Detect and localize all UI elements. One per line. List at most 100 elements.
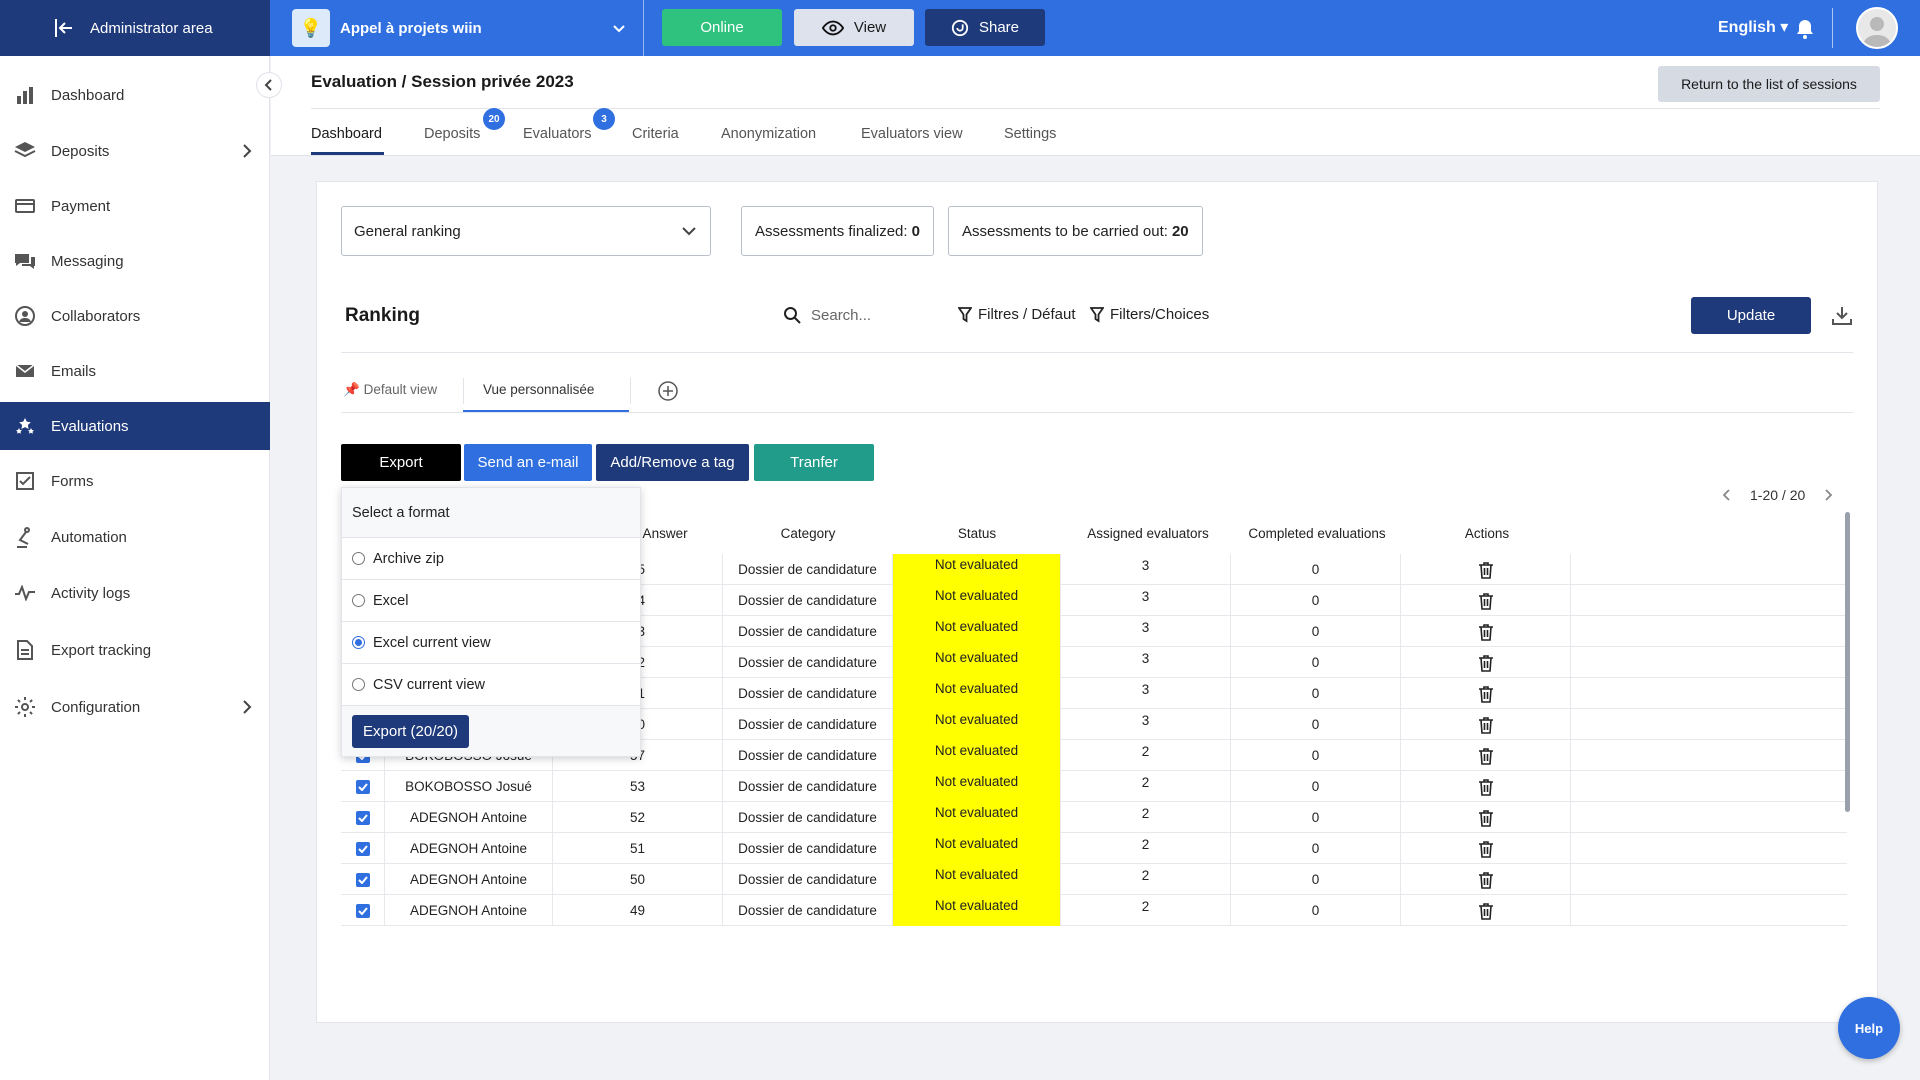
send-email-button[interactable]: Send an e-mail xyxy=(464,444,592,481)
layers-icon xyxy=(13,139,37,163)
chevron-left-icon[interactable] xyxy=(1722,488,1732,502)
language-selector[interactable]: English ▾ xyxy=(1718,17,1788,37)
search-input[interactable]: Search... xyxy=(811,307,871,324)
update-button[interactable]: Update xyxy=(1691,297,1811,334)
sidebar-item-activity-logs[interactable]: Activity logs xyxy=(0,569,270,617)
add-circle-icon[interactable] xyxy=(657,380,679,402)
table-row[interactable]: ADEGNOH Antoine 52 Dossier de candidature N… xyxy=(341,802,1847,833)
cell-assigned: 2 xyxy=(1061,895,1231,926)
add-remove-tag-button[interactable]: Add/Remove a tag xyxy=(596,444,749,481)
format-option-label: Excel xyxy=(373,592,409,609)
tab-dashboard[interactable]: Dashboard xyxy=(311,126,382,142)
trash-icon[interactable] xyxy=(1476,715,1496,735)
column-header-category[interactable]: Category xyxy=(723,512,893,554)
document-icon xyxy=(13,638,37,662)
cell-answer: 49 xyxy=(553,895,723,926)
view-tab-default-label: Default view xyxy=(363,382,438,397)
view-tab-default[interactable]: 📌 Default view xyxy=(343,382,437,398)
administrator-area-link[interactable]: Administrator area xyxy=(0,0,270,56)
filter-choices-button[interactable]: Filters/Choices xyxy=(1090,306,1209,323)
sidebar-item-payment[interactable]: Payment xyxy=(0,182,270,230)
checkbox-checked-icon[interactable] xyxy=(355,841,370,856)
trash-icon[interactable] xyxy=(1476,808,1496,828)
radio-icon xyxy=(352,552,365,565)
sidebar-item-forms[interactable]: Forms xyxy=(0,457,270,505)
tab-evaluators[interactable]: Evaluators xyxy=(523,126,592,142)
cell-status: Not evaluated xyxy=(893,833,1061,864)
cell-name: ADEGNOH Antoine xyxy=(385,833,553,864)
row-actions-cell xyxy=(1401,740,1571,771)
format-option-archive-zip[interactable]: Archive zip xyxy=(342,538,640,580)
trash-icon[interactable] xyxy=(1476,653,1496,673)
transfer-button[interactable]: Tranfer xyxy=(754,444,874,481)
sidebar-item-evaluations[interactable]: Evaluations xyxy=(0,402,270,450)
download-icon[interactable] xyxy=(1831,304,1853,326)
checkbox-checked-icon[interactable] xyxy=(355,779,370,794)
pagination-range: 1-20 / 20 xyxy=(1750,487,1806,503)
online-button[interactable]: Online xyxy=(662,9,782,46)
tab-criteria[interactable]: Criteria xyxy=(632,126,679,142)
collapse-sidebar-button[interactable] xyxy=(256,72,282,98)
sidebar-item-configuration[interactable]: Configuration xyxy=(0,683,270,731)
table-row[interactable]: BOKOBOSSO Josué 53 Dossier de candidature N… xyxy=(341,771,1847,802)
bell-icon[interactable] xyxy=(1795,18,1815,40)
column-header-status[interactable]: Status xyxy=(893,512,1061,554)
cell-category: Dossier de candidature xyxy=(723,740,893,771)
table-row[interactable]: ADEGNOH Antoine 50 Dossier de candidature N… xyxy=(341,864,1847,895)
row-actions-cell xyxy=(1401,864,1571,895)
trash-icon[interactable] xyxy=(1476,839,1496,859)
tab-evaluators-view[interactable]: Evaluators view xyxy=(861,126,963,142)
trash-icon[interactable] xyxy=(1476,622,1496,642)
checkbox-checked-icon[interactable] xyxy=(355,903,370,918)
sidebar-item-collaborators[interactable]: Collaborators xyxy=(0,292,270,340)
project-title: Appel à projets wiin xyxy=(340,19,482,37)
row-checkbox-cell xyxy=(341,771,385,802)
sidebar-item-deposits[interactable]: Deposits xyxy=(0,127,270,175)
checkbox-checked-icon[interactable] xyxy=(355,810,370,825)
view-tab-custom[interactable]: Vue personnalisée xyxy=(483,382,594,397)
tab-anonymization[interactable]: Anonymization xyxy=(721,126,816,142)
filter-default-button[interactable]: Filtres / Défaut xyxy=(958,306,1076,323)
format-option-excel[interactable]: Excel xyxy=(342,580,640,622)
trash-icon[interactable] xyxy=(1476,684,1496,704)
chevron-right-icon[interactable] xyxy=(1823,488,1833,502)
sidebar-item-export-tracking[interactable]: Export tracking xyxy=(0,626,270,674)
checkbox-checked-icon[interactable] xyxy=(355,872,370,887)
views-divider xyxy=(341,412,1853,413)
pagination: 1-20 / 20 xyxy=(1722,487,1833,503)
trash-icon[interactable] xyxy=(1476,591,1496,611)
table-row[interactable]: ADEGNOH Antoine 49 Dossier de candidature N… xyxy=(341,895,1847,926)
sidebar-item-label: Messaging xyxy=(51,252,124,270)
return-to-sessions-button[interactable]: Return to the list of sessions xyxy=(1658,66,1880,102)
export-button[interactable]: Export xyxy=(341,444,461,481)
sidebar-item-automation[interactable]: Automation xyxy=(0,513,270,561)
column-header-assigned[interactable]: Assigned evaluators xyxy=(1063,512,1233,554)
view-button[interactable]: View xyxy=(794,9,914,46)
table-row[interactable]: ADEGNOH Antoine 51 Dossier de candidature N… xyxy=(341,833,1847,864)
trash-icon[interactable] xyxy=(1476,870,1496,890)
avatar[interactable] xyxy=(1856,7,1898,49)
table-scrollbar[interactable] xyxy=(1845,512,1850,812)
format-option-csv-current-view[interactable]: CSV current view xyxy=(342,664,640,706)
cell-category: Dossier de candidature xyxy=(723,678,893,709)
trash-icon[interactable] xyxy=(1476,777,1496,797)
sidebar-item-emails[interactable]: Emails xyxy=(0,347,270,395)
project-selector[interactable]: 💡 Appel à projets wiin xyxy=(270,0,644,56)
search-box[interactable]: Search... xyxy=(783,306,871,324)
ranking-type-select[interactable]: General ranking xyxy=(341,206,711,256)
tab-settings[interactable]: Settings xyxy=(1004,126,1056,142)
trash-icon[interactable] xyxy=(1476,560,1496,580)
format-option-excel-current-view[interactable]: Excel current view xyxy=(342,622,640,664)
trash-icon[interactable] xyxy=(1476,901,1496,921)
trash-icon[interactable] xyxy=(1476,746,1496,766)
user-circle-icon xyxy=(13,304,37,328)
tab-deposits[interactable]: Deposits xyxy=(424,126,480,142)
view-tab-divider xyxy=(463,378,464,404)
sidebar-item-messaging[interactable]: Messaging xyxy=(0,237,270,285)
sidebar-item-dashboard[interactable]: Dashboard xyxy=(0,71,270,119)
export-confirm-button[interactable]: Export (20/20) xyxy=(352,714,470,748)
help-button[interactable]: Help xyxy=(1838,997,1900,1059)
column-header-completed[interactable]: Completed evaluations xyxy=(1232,512,1402,554)
share-button[interactable]: Share xyxy=(925,9,1045,46)
cell-category: Dossier de candidature xyxy=(723,647,893,678)
